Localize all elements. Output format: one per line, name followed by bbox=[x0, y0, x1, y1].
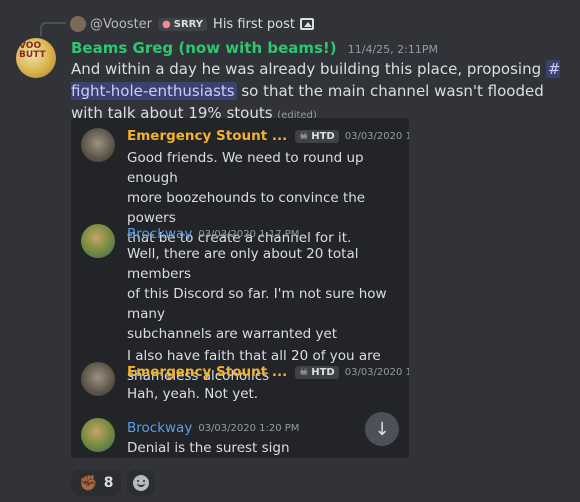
reply-author[interactable]: @Vooster bbox=[90, 17, 152, 32]
fist-emoji-icon: ✊🏾 bbox=[79, 474, 98, 492]
pig-icon: ● bbox=[162, 18, 171, 30]
message-embed: Emergency Stount ... ☠HTD 03/03/2020 1:1… bbox=[71, 118, 409, 458]
embed-message-header: Brockway 03/03/2020 1:20 PM bbox=[127, 420, 299, 436]
embed-timestamp: 03/03/2020 1:14 PM bbox=[344, 130, 409, 142]
embed-message-header: Emergency Stount ... ☠HTD 03/03/2020 1:1… bbox=[127, 128, 409, 144]
embed-line: subchannels are warranted yet bbox=[127, 326, 338, 342]
embed-author[interactable]: Brockway bbox=[127, 420, 192, 436]
embed-author[interactable]: Emergency Stount ... bbox=[127, 128, 287, 144]
embed-message-text: Hah, yeah. Not yet. bbox=[127, 384, 401, 404]
embed-message-header: Brockway 03/03/2020 1:17 PM bbox=[127, 226, 299, 242]
image-icon bbox=[299, 18, 314, 30]
reply-connector bbox=[40, 22, 66, 36]
embed-timestamp: 03/03/2020 1:17 PM bbox=[198, 228, 300, 240]
reply-tag-label: SRRY bbox=[173, 18, 204, 30]
avatar[interactable]: VOO BUTT bbox=[16, 38, 56, 78]
smiley-icon bbox=[133, 475, 150, 491]
embed-message-header: Emergency Stount ... ☠HTD 03/03/2020 1:1… bbox=[127, 364, 409, 380]
embed-line: more boozehounds to convince the powers bbox=[127, 190, 366, 226]
reaction-count: 8 bbox=[103, 475, 114, 491]
reply-text[interactable]: His first post bbox=[213, 17, 295, 32]
embed-message-text: Denial is the surest sign bbox=[127, 438, 401, 458]
embed-line: I also have faith that all 20 of you are bbox=[127, 348, 381, 364]
server-tag-label: HTD bbox=[311, 366, 335, 378]
message-text-before: And within a day he was already building… bbox=[71, 60, 546, 78]
embed-avatar[interactable] bbox=[81, 418, 115, 452]
message-timestamp[interactable]: 11/4/25, 2:11PM bbox=[348, 43, 438, 56]
embed-avatar[interactable] bbox=[81, 128, 115, 162]
server-tag: ☠ HTD bbox=[295, 365, 339, 379]
embed-line: Good friends. We need to round up enough bbox=[127, 150, 364, 186]
scroll-down-button[interactable]: ↓ bbox=[365, 412, 399, 446]
avatar-sign: VOO BUTT bbox=[19, 41, 46, 60]
arrow-down-icon: ↓ bbox=[374, 418, 390, 440]
skull-icon: ☠ bbox=[299, 130, 309, 142]
embed-avatar[interactable] bbox=[81, 362, 115, 396]
embed-author[interactable]: Emergency Stount ... bbox=[127, 364, 287, 380]
embed-timestamp: 03/03/2020 1:20 PM bbox=[198, 422, 300, 434]
reply-preview[interactable]: @Vooster ● SRRY His first post bbox=[70, 14, 314, 34]
message-author[interactable]: Beams Greg (now with beams!) bbox=[71, 39, 337, 57]
server-tag: ☠ HTD bbox=[295, 129, 339, 143]
message-header: Beams Greg (now with beams!) 11/4/25, 2:… bbox=[71, 38, 438, 57]
reply-server-tag: ● SRRY bbox=[158, 17, 208, 31]
embed-author[interactable]: Brockway bbox=[127, 226, 192, 242]
embed-avatar[interactable] bbox=[81, 224, 115, 258]
embed-line: Well, there are only about 20 total memb… bbox=[127, 246, 359, 282]
add-reaction-button[interactable] bbox=[127, 470, 156, 496]
embed-timestamp: 03/03/2020 1:19 PM bbox=[344, 366, 409, 378]
reactions-bar: ✊🏾 8 bbox=[71, 470, 156, 496]
reply-avatar[interactable] bbox=[70, 16, 86, 32]
message-body: And within a day he was already building… bbox=[71, 58, 571, 127]
embed-line: of this Discord so far. I'm not sure how… bbox=[127, 286, 387, 322]
skull-icon: ☠ bbox=[299, 366, 309, 378]
embed-line: Denial is the surest sign bbox=[127, 440, 290, 456]
embed-line: Hah, yeah. Not yet. bbox=[127, 386, 259, 402]
server-tag-label: HTD bbox=[311, 130, 335, 142]
reaction-fist[interactable]: ✊🏾 8 bbox=[71, 470, 122, 496]
